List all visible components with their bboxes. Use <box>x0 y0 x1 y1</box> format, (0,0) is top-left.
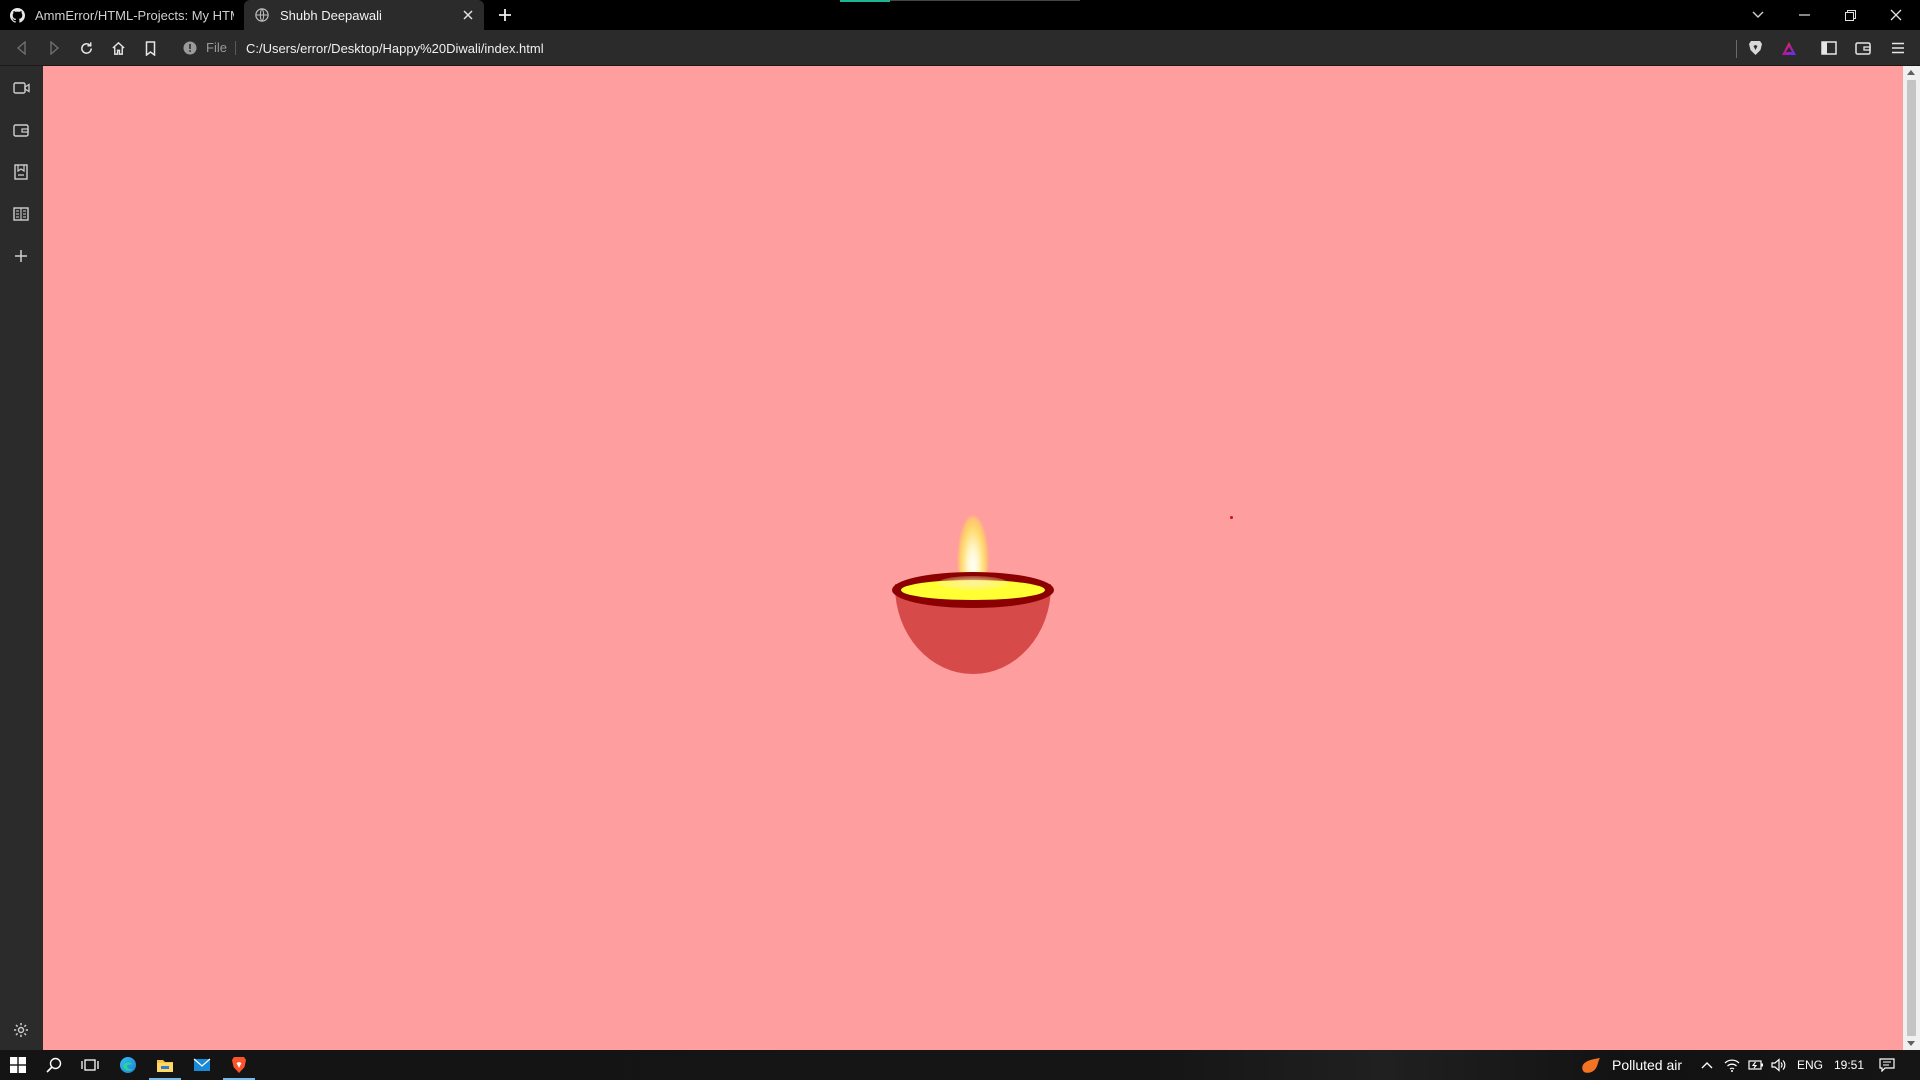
show-hidden-icons-chevron-icon[interactable] <box>1695 1050 1719 1080</box>
file-explorer-icon[interactable] <box>147 1050 183 1080</box>
loading-indicator <box>840 0 890 2</box>
reload-button[interactable] <box>75 37 97 59</box>
loading-track <box>890 0 1080 1</box>
tab-github-repo[interactable]: AmmError/HTML-Projects: My HTML <box>0 0 244 30</box>
wallet-sidebar-icon[interactable] <box>11 120 31 140</box>
brave-rewards-icon[interactable] <box>1778 37 1800 59</box>
add-sidebar-item-icon[interactable] <box>11 246 31 266</box>
menu-icon[interactable] <box>1887 37 1909 59</box>
weather-label[interactable]: Polluted air <box>1612 1050 1682 1080</box>
clock-time[interactable]: 19:51 <box>1834 1050 1864 1080</box>
browser-sidebar <box>0 66 43 1050</box>
task-view-icon[interactable] <box>72 1050 108 1080</box>
wifi-icon[interactable] <box>1721 1050 1743 1080</box>
tab-title: Shubh Deepawali <box>280 7 382 23</box>
restore-button[interactable] <box>1827 0 1873 30</box>
page-viewport <box>43 66 1903 1050</box>
tab-strip: AmmError/HTML-Projects: My HTML Shubh De… <box>0 0 1920 30</box>
vertical-scrollbar[interactable] <box>1903 66 1920 1050</box>
new-tab-button[interactable] <box>494 4 516 26</box>
volume-icon[interactable] <box>1768 1050 1790 1080</box>
reading-list-icon[interactable] <box>11 204 31 224</box>
edge-browser-icon[interactable] <box>110 1050 146 1080</box>
brave-browser-icon[interactable] <box>221 1050 257 1080</box>
tab-title: AmmError/HTML-Projects: My HTML <box>35 7 234 23</box>
minimize-button[interactable] <box>1781 0 1827 30</box>
home-button[interactable] <box>107 37 129 59</box>
scrollbar-thumb[interactable] <box>1907 80 1916 1036</box>
start-button[interactable] <box>0 1050 36 1080</box>
tab-search-chevron-icon[interactable] <box>1735 0 1781 30</box>
sidebar-toggle-icon[interactable] <box>1818 37 1840 59</box>
scroll-up-arrow-icon[interactable] <box>1907 70 1915 75</box>
site-info-icon[interactable] <box>182 40 198 56</box>
wallet-icon[interactable] <box>1852 37 1874 59</box>
browser-toolbar: File C:/Users/error/Desktop/Happy%20Diwa… <box>0 30 1920 66</box>
windows-taskbar: Polluted air ENG 19:51 <box>0 1050 1920 1080</box>
toolbar-divider <box>1736 40 1737 58</box>
globe-icon <box>254 7 270 23</box>
spark-dot <box>1230 516 1233 519</box>
bookmark-button[interactable] <box>139 37 161 59</box>
diya-lamp <box>892 506 1054 676</box>
flame-glow <box>938 576 1008 590</box>
tab-shubh-deepawali[interactable]: Shubh Deepawali <box>244 0 484 30</box>
input-language[interactable]: ENG <box>1797 1050 1823 1080</box>
address-bar[interactable]: File C:/Users/error/Desktop/Happy%20Diwa… <box>176 34 1736 62</box>
mail-icon[interactable] <box>184 1050 220 1080</box>
url-scheme-label: File <box>206 41 236 55</box>
close-tab-icon[interactable] <box>460 7 476 23</box>
url-text[interactable]: C:/Users/error/Desktop/Happy%20Diwali/in… <box>246 41 544 56</box>
scroll-down-arrow-icon[interactable] <box>1907 1041 1915 1046</box>
battery-icon[interactable] <box>1745 1050 1767 1080</box>
bookmarks-sidebar-icon[interactable] <box>11 162 31 182</box>
notifications-icon[interactable] <box>1872 1050 1902 1080</box>
weather-icon[interactable] <box>1578 1050 1604 1080</box>
video-call-icon[interactable] <box>11 78 31 98</box>
github-icon <box>10 7 25 23</box>
sidebar-settings-gear-icon[interactable] <box>11 1020 31 1040</box>
close-window-button[interactable] <box>1873 0 1919 30</box>
forward-button[interactable] <box>43 37 65 59</box>
back-button[interactable] <box>11 37 33 59</box>
brave-shields-icon[interactable] <box>1744 37 1766 59</box>
search-icon[interactable] <box>36 1050 72 1080</box>
